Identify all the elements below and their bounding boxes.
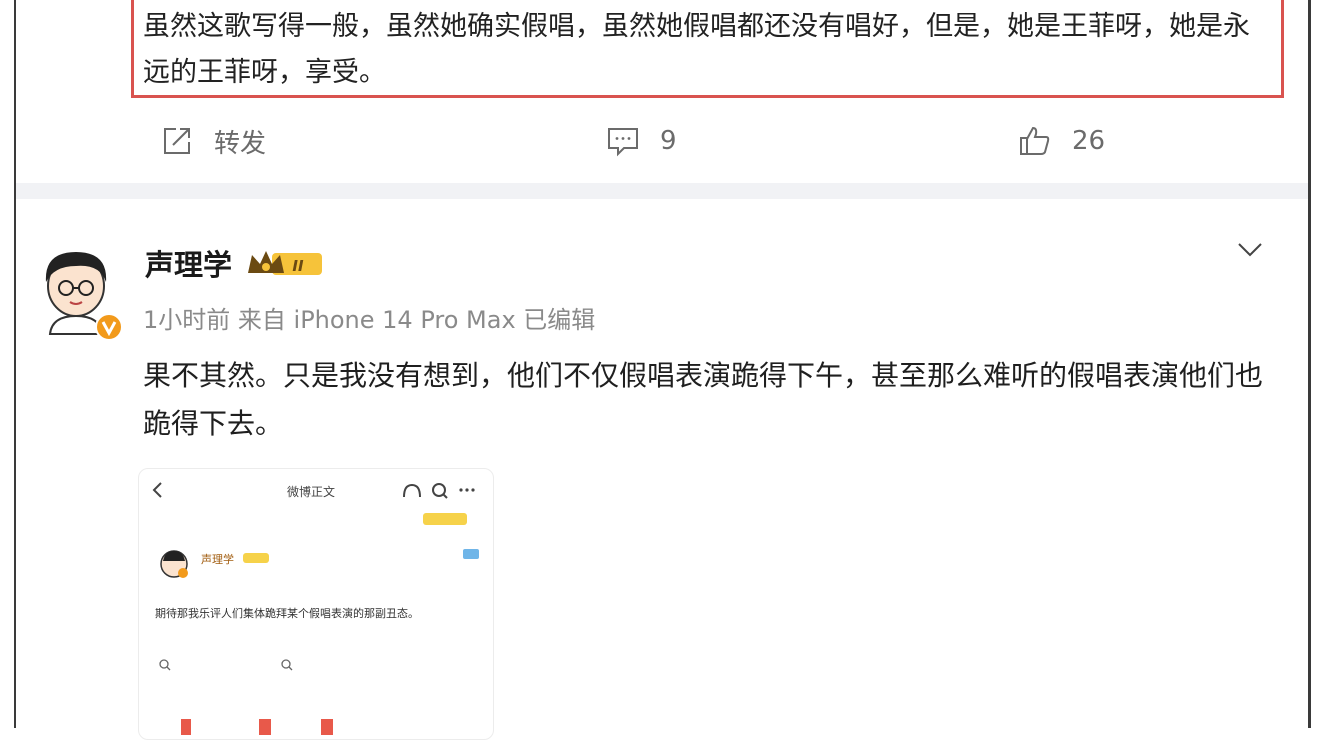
- repost-label: 转发: [214, 128, 267, 159]
- post-meta: 1小时前 来自 iPhone 14 Pro Max 已编辑: [143, 306, 596, 334]
- repost-icon: [160, 124, 194, 158]
- embedded-red-mark-1: [181, 719, 191, 735]
- like-icon: [1018, 124, 1052, 158]
- like-count: 26: [1072, 126, 1106, 156]
- embedded-username: 声理学: [201, 553, 234, 566]
- comment-count: 9: [660, 126, 677, 156]
- level-badge-text: II: [292, 257, 304, 275]
- embedded-red-mark-2: [259, 719, 271, 735]
- comment-icon: [606, 125, 640, 157]
- embedded-badge: [423, 513, 467, 525]
- frame-border-left: [14, 0, 16, 728]
- avatar[interactable]: [30, 244, 130, 344]
- chevron-down-icon[interactable]: [1236, 240, 1264, 264]
- like-button[interactable]: 26: [1018, 116, 1105, 166]
- embedded-crown: [243, 553, 269, 563]
- embedded-avatar: [160, 550, 188, 578]
- embedded-red-mark-3: [321, 719, 333, 735]
- repost-button[interactable]: 转发: [160, 116, 266, 166]
- frame-border-right: [1308, 0, 1311, 728]
- post-text: 果不其然。只是我没有想到，他们不仅假唱表演跪得下午，甚至那么难听的假唱表演他们也…: [143, 359, 1264, 440]
- embedded-nav-title: 微博正文: [287, 485, 336, 499]
- embedded-screenshot-image[interactable]: 微博正文 声理学 期待那我乐评人们集体跪拜某个假唱表演的那副丑态。: [138, 468, 494, 740]
- section-divider: [16, 183, 1308, 199]
- quoted-comment-text: 虽然这歌写得一般，虽然她确实假唱，虽然她假唱都还没有唱好，但是，她是王菲呀，她是…: [143, 11, 1250, 88]
- embedded-follow-icon: [463, 549, 479, 559]
- back-icon: [152, 482, 162, 498]
- comment-button[interactable]: 9: [606, 116, 677, 166]
- post-username[interactable]: 声理学: [145, 242, 232, 284]
- action-bar: 转发 9 26: [0, 116, 1320, 166]
- crown-badge-icon: II: [246, 247, 326, 285]
- embedded-search-icon: [159, 659, 171, 671]
- embedded-search-icon-2: [281, 659, 293, 671]
- embedded-body-text: 期待那我乐评人们集体跪拜某个假唱表演的那副丑态。: [155, 607, 419, 620]
- verified-icon: [94, 312, 124, 346]
- embedded-toolbar-icons: [403, 483, 475, 499]
